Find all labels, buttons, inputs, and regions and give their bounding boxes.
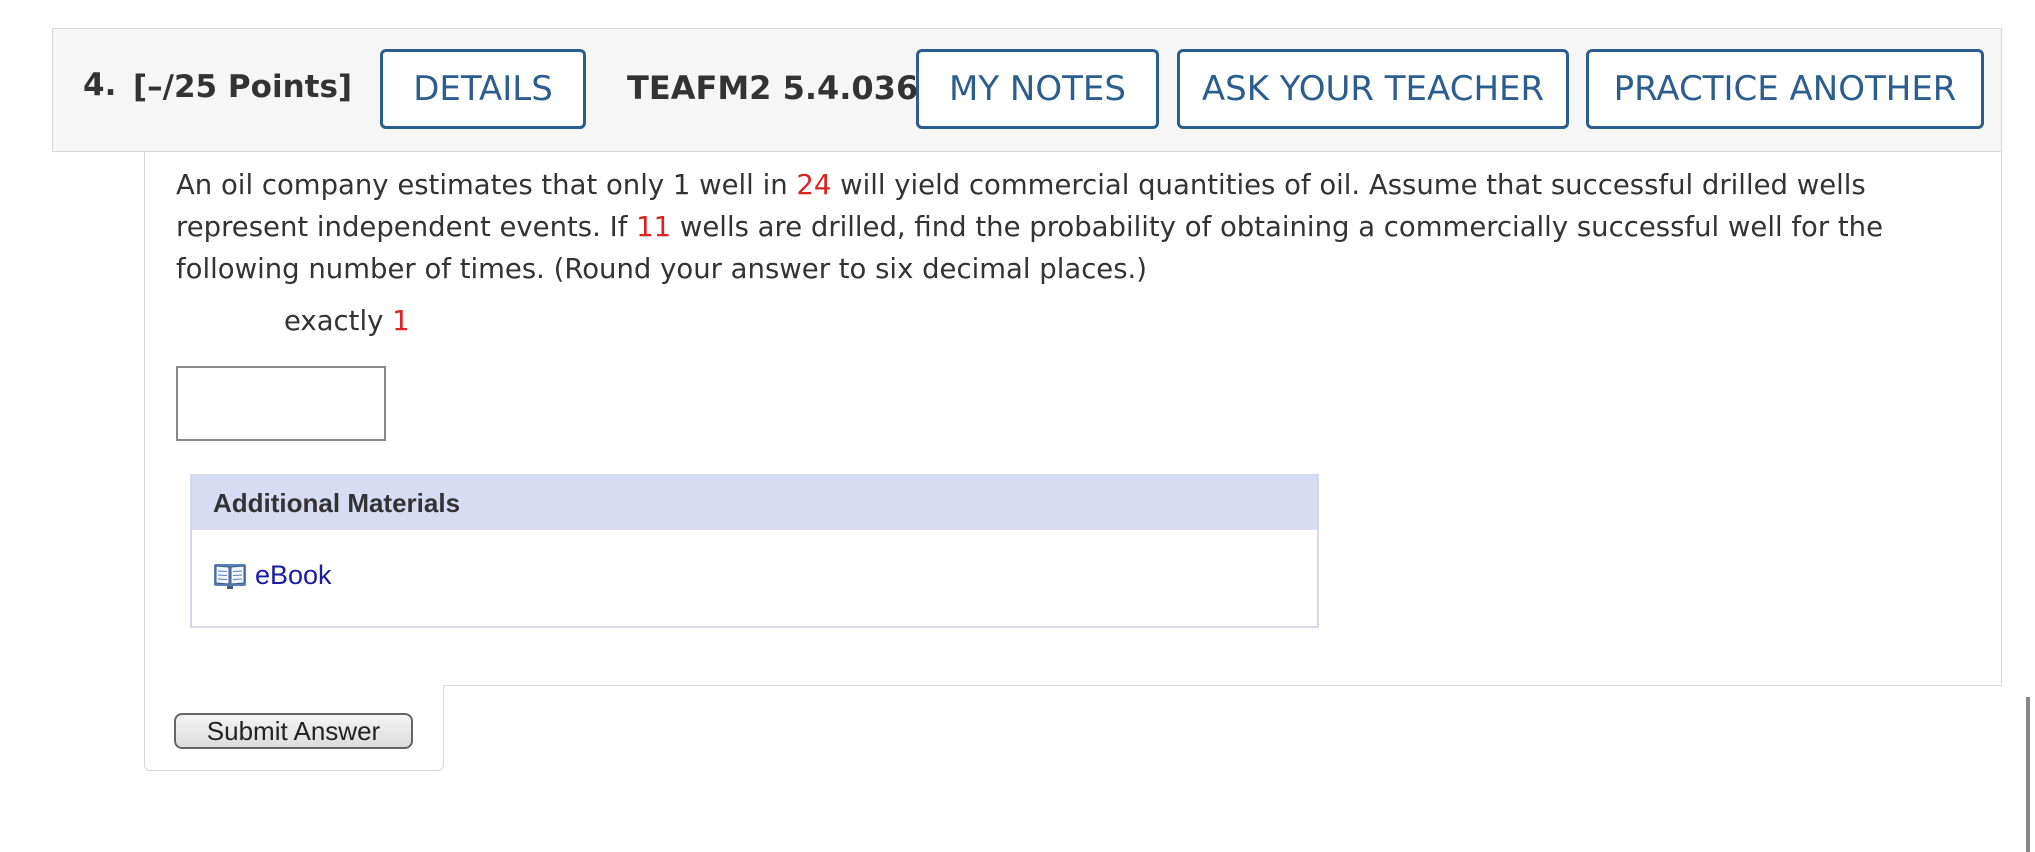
ask-teacher-button[interactable]: ASK YOUR TEACHER xyxy=(1177,49,1569,129)
part-label: exactly 1 xyxy=(284,305,410,337)
variable-value: 11 xyxy=(636,211,672,243)
answer-input[interactable] xyxy=(176,366,386,441)
question-number: 4. xyxy=(83,67,117,103)
page-scrollbar[interactable] xyxy=(2026,697,2030,852)
my-notes-button[interactable]: MY NOTES xyxy=(916,49,1159,129)
question-text-part: An oil company estimates that only 1 wel… xyxy=(176,169,797,201)
ebook-link-row[interactable]: eBook xyxy=(213,560,332,591)
details-button[interactable]: DETAILS xyxy=(380,49,586,129)
part-label-text: exactly xyxy=(284,305,393,337)
book-icon xyxy=(214,563,246,589)
question-header: 4. [–/25 Points] DETAILS TEAFM2 5.4.036.… xyxy=(52,28,2002,152)
points-label: [–/25 Points] xyxy=(133,69,353,105)
ebook-link[interactable]: eBook xyxy=(255,560,332,591)
variable-value: 24 xyxy=(796,169,832,201)
question-code: TEAFM2 5.4.036. xyxy=(627,69,931,107)
submit-answer-button[interactable]: Submit Answer xyxy=(174,713,413,749)
additional-materials-heading: Additional Materials xyxy=(192,476,1317,530)
part-value: 1 xyxy=(392,305,410,337)
practice-another-button[interactable]: PRACTICE ANOTHER xyxy=(1586,49,1984,129)
additional-materials-panel: Additional Materials eBook xyxy=(190,474,1319,628)
question-text: An oil company estimates that only 1 wel… xyxy=(176,164,1936,290)
